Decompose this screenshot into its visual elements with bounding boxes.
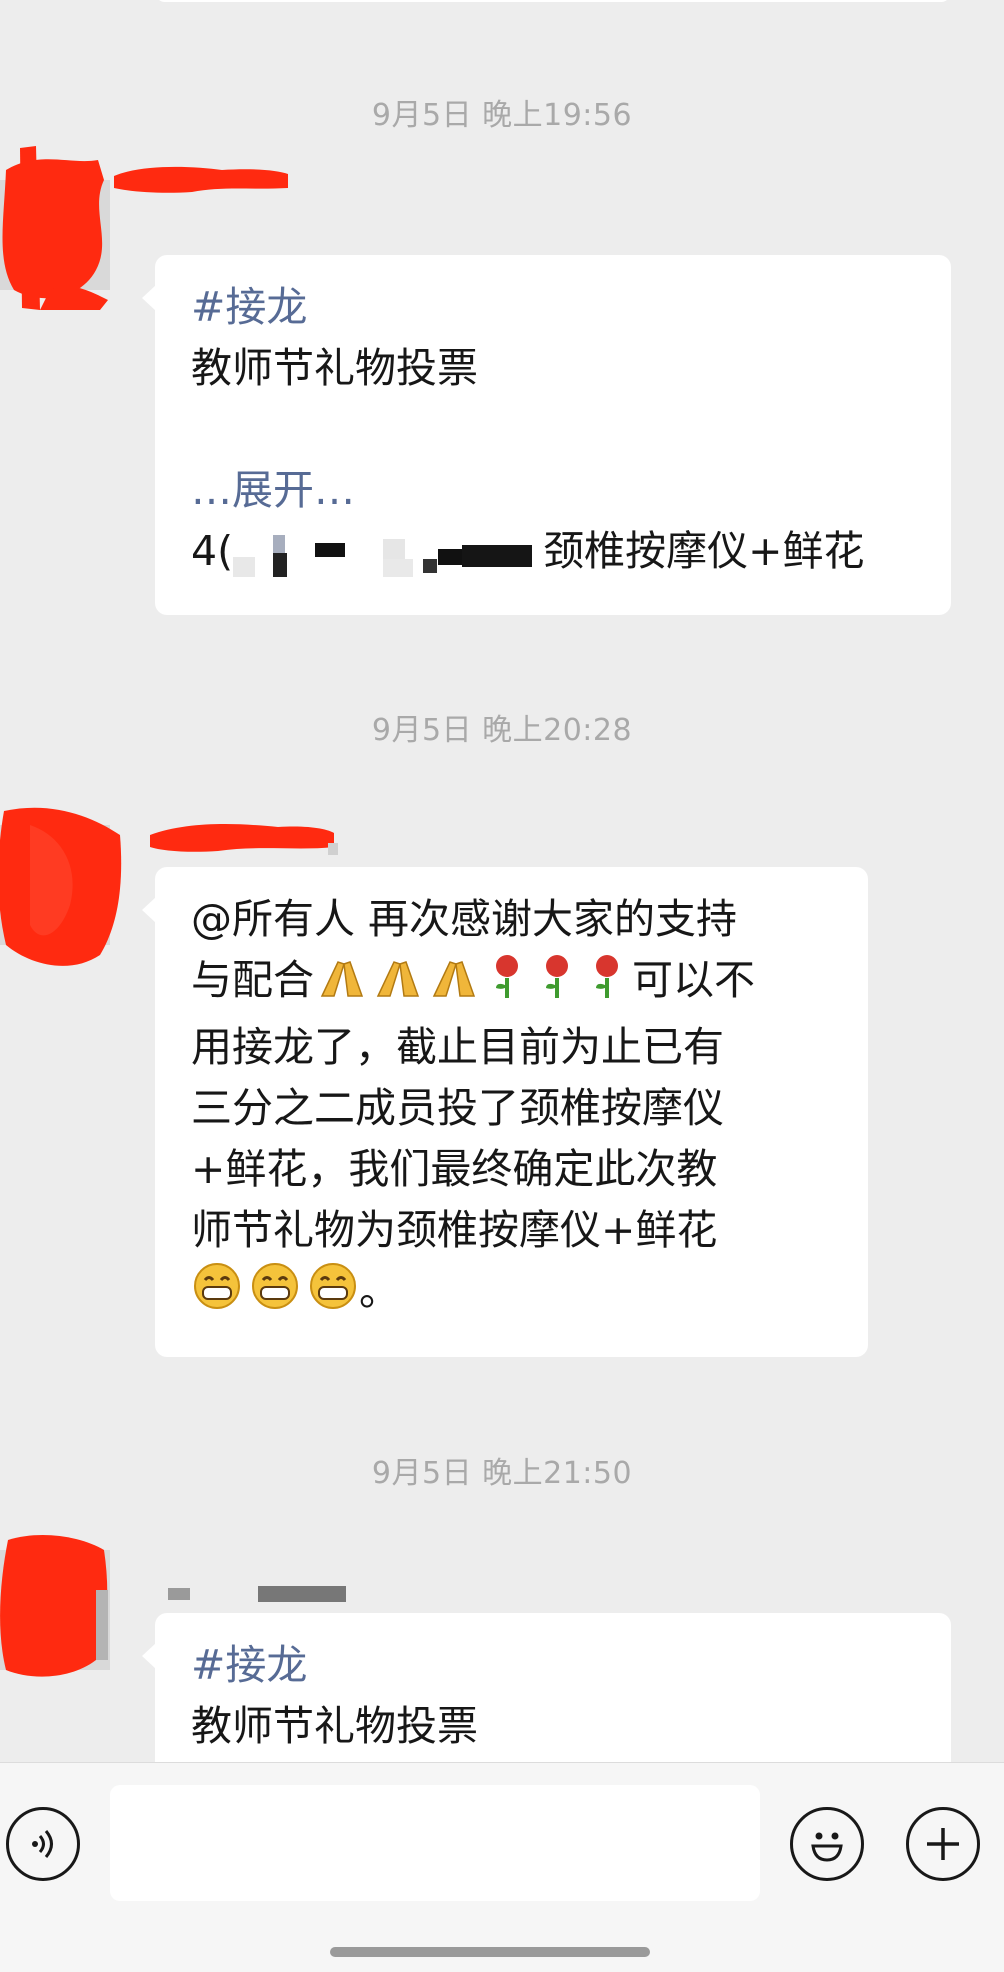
message-timestamp: 9月5日 晚上21:50 — [371, 1456, 633, 1491]
message-timestamp: 9月5日 晚上19:56 — [371, 98, 633, 133]
message-text-line: +鲜花，我们最终确定此次教 — [191, 1145, 718, 1193]
solitaire-tag-link[interactable]: #接龙 — [191, 277, 915, 338]
grin-emoji — [191, 1261, 359, 1328]
entry-prefix: 4( — [191, 527, 234, 575]
emoji-button[interactable] — [790, 1807, 864, 1881]
message-bubble[interactable]: @所有人 再次感谢大家的支持 与配合 可以不 用接龙了，截止目前为止已有 三分之… — [142, 867, 868, 1357]
solitaire-entry-line: 4( 颈椎按摩仪+鲜花 — [191, 521, 915, 582]
redacted-avatar-scribble — [0, 1535, 110, 1677]
home-indicator[interactable] — [330, 1947, 650, 1957]
plus-button[interactable] — [906, 1807, 980, 1881]
pray-emoji — [314, 956, 482, 1017]
message-text-line-with-emoji: 与配合 可以不 — [191, 950, 832, 1017]
message-bubble[interactable]: #接龙 教师节礼物投票 …展开… 4( 颈椎按摩仪+鲜花 — [142, 255, 951, 615]
avatar[interactable] — [0, 1530, 124, 1700]
expand-link[interactable]: …展开… — [191, 460, 915, 521]
redacted-sender-name — [112, 162, 292, 196]
smiley-icon — [811, 1832, 843, 1862]
previous-message-bubble-edge — [155, 0, 951, 2]
redacted-sender-name — [148, 817, 338, 855]
redacted-name-mosaic — [233, 529, 543, 579]
rose-emoji — [482, 952, 632, 1017]
message-input[interactable] — [110, 1785, 760, 1901]
message-text: 。 — [359, 1267, 400, 1315]
voice-icon — [32, 1830, 53, 1858]
chat-screen: 9月5日 晚上19:56 #接龙 教师节礼物投票 …展开… 4(颈椎按摩仪+鲜… — [0, 0, 1004, 1972]
redacted-avatar-scribble — [0, 146, 110, 310]
message-text-line: @所有人 再次感谢大家的支持 — [191, 895, 738, 943]
voice-button[interactable] — [6, 1807, 80, 1881]
solitaire-tag-link[interactable]: #接龙 — [191, 1635, 915, 1696]
chat-input-bar — [0, 1762, 1004, 1972]
message-text-line: 教师节礼物投票 — [191, 1702, 478, 1750]
message-text-line: 师节礼物为颈椎按摩仪+鲜花 — [191, 1206, 718, 1254]
redacted-avatar-scribble — [0, 807, 122, 966]
avatar[interactable] — [0, 140, 124, 310]
message-text-line-with-emoji: 。 — [191, 1261, 832, 1328]
entry-text: 颈椎按摩仪+鲜花 — [543, 527, 865, 575]
message-text: 与配合 — [191, 956, 314, 1004]
message-text-line: 三分之二成员投了颈椎按摩仪 — [191, 1084, 724, 1132]
redacted-sender-name — [168, 1580, 348, 1614]
message-text-line: 用接龙了，截止目前为止已有 — [191, 1023, 724, 1071]
message-timestamp: 9月5日 晚上20:28 — [371, 713, 633, 748]
message-text: 可以不 — [632, 956, 755, 1004]
plus-icon — [927, 1828, 959, 1860]
avatar[interactable] — [0, 805, 124, 975]
message-text-line: 教师节礼物投票 — [191, 344, 478, 392]
